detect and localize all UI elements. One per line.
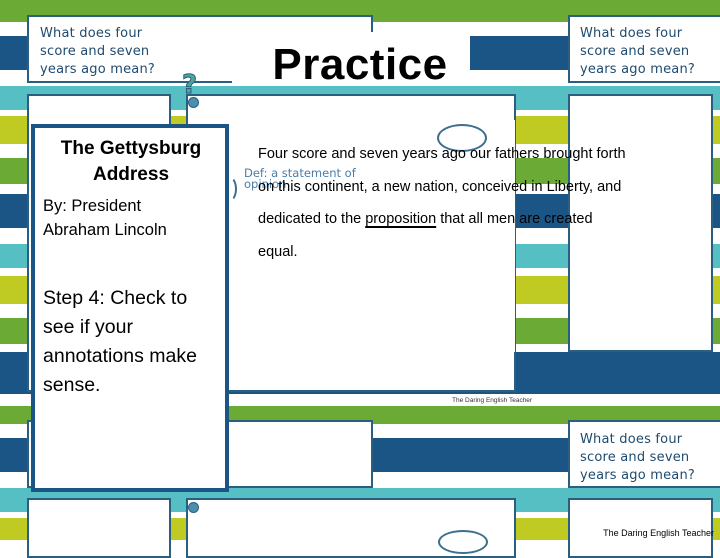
passage-line: Four score and seven years ago our fathe…: [258, 146, 626, 162]
prompt-line: score and seven: [40, 44, 150, 59]
info-box: The Gettysburg Address By: President Abr…: [31, 124, 229, 492]
passage-text-segment: dedicated to the: [258, 211, 366, 227]
info-box-author: By: President Abraham Lincoln: [43, 194, 223, 242]
passage-text: Four score and seven years ago our fathe…: [258, 138, 698, 268]
question-mark-icon: ?: [181, 70, 198, 100]
author-line: By: President: [43, 197, 142, 215]
question-mark-dot-icon: [188, 502, 199, 513]
prompt-line: years ago mean?: [40, 62, 155, 77]
empty-box: [27, 498, 171, 558]
prompt-line: What does four: [580, 432, 683, 447]
prompt-text: What does four score and seven years ago…: [40, 25, 155, 79]
title-line: Address: [92, 164, 170, 185]
passage-line: dedicated to the proposition that all me…: [258, 203, 698, 236]
passage-line: on this continent, a new nation, conceiv…: [258, 178, 622, 195]
underlined-word-proposition: proposition: [365, 211, 437, 227]
footer-credit: The Daring English Teacher: [603, 528, 714, 538]
info-box-title: The Gettysburg Address: [41, 136, 221, 188]
passage-line: equal.: [258, 243, 298, 260]
prompt-line: What does four: [580, 26, 683, 41]
title-line: The Gettysburg: [60, 138, 202, 159]
step-line: annotations make: [43, 345, 197, 367]
prompt-box: What does four score and seven years ago…: [568, 420, 720, 488]
step-line: Step 4: Check to: [43, 287, 188, 309]
watermark-credit: The Daring English Teacher: [452, 397, 533, 404]
info-box-step: Step 4: Check to see if your annotations…: [43, 284, 229, 400]
prompt-text: What does four score and seven years ago…: [580, 431, 695, 485]
passage-text-segment: that all men are created: [436, 211, 593, 227]
prompt-text: What does four score and seven years ago…: [580, 25, 695, 79]
annotation-circle: [438, 530, 488, 554]
step-line: sense.: [43, 374, 101, 396]
prompt-line: score and seven: [580, 450, 690, 465]
prompt-box: What does four score and seven years ago…: [568, 15, 720, 83]
author-line: Abraham Lincoln: [43, 221, 167, 239]
prompt-line: years ago mean?: [580, 62, 695, 77]
step-line: see if your: [43, 316, 133, 338]
prompt-line: What does four: [40, 26, 143, 41]
prompt-line: score and seven: [580, 44, 690, 59]
question-mark-dot-icon: [188, 97, 199, 108]
page-title: Practice: [272, 40, 448, 89]
prompt-line: years ago mean?: [580, 468, 695, 483]
